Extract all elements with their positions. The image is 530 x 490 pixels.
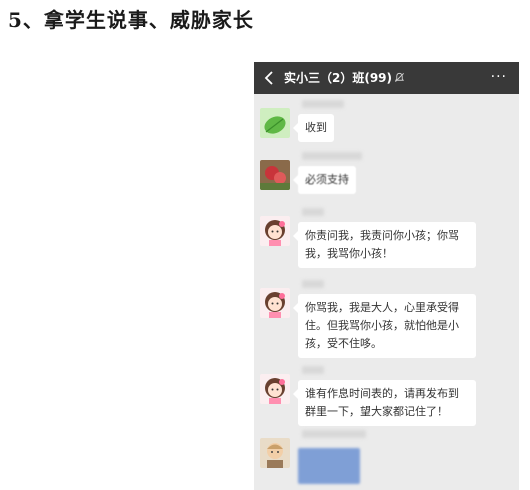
red-flower-avatar-icon[interactable] <box>260 160 290 190</box>
green-leaf-avatar-icon[interactable] <box>260 108 290 138</box>
chat-title: 实小三（2）班(99) <box>284 71 393 85</box>
child-photo-avatar-icon[interactable] <box>260 438 290 468</box>
blurred-sender-name <box>302 100 344 108</box>
blurred-sender-name <box>302 152 362 160</box>
message-bubble[interactable]: 你责问我，我责问你小孩；你骂我，我骂你小孩！ <box>293 222 476 268</box>
blurred-sender-name <box>302 280 324 288</box>
back-arrow-icon[interactable] <box>262 70 278 86</box>
message-bubble[interactable]: 你骂我，我是大人，心里承受得住。但我骂你小孩，就怕他是小孩，受不住哆。 <box>293 294 476 358</box>
blurred-sender-name <box>302 208 324 216</box>
more-options-button[interactable]: ··· <box>491 68 507 86</box>
chat-screen: 实小三（2）班(99) ··· 收到 必须支持 你责问我，我责问你小孩；你骂我，… <box>254 62 519 490</box>
chat-title-bar: 实小三（2）班(99) ··· <box>254 62 519 94</box>
blurred-image-message[interactable] <box>298 448 360 484</box>
cartoon-girl-avatar-icon[interactable] <box>260 216 290 246</box>
message-bubble[interactable]: 收到 <box>293 114 334 142</box>
page-heading: 5、拿学生说事、威胁家长 <box>8 8 254 32</box>
message-bubble[interactable]: 必须支持 <box>293 166 356 194</box>
message-bubble[interactable]: 谁有作息时间表的，请再发布到群里一下，望大家都记住了！ <box>293 380 476 426</box>
cartoon-girl-avatar-icon[interactable] <box>260 288 290 318</box>
mute-bell-icon <box>394 72 405 82</box>
cartoon-girl-avatar-icon[interactable] <box>260 374 290 404</box>
blurred-sender-name <box>302 366 324 374</box>
blurred-sender-name <box>302 430 366 438</box>
